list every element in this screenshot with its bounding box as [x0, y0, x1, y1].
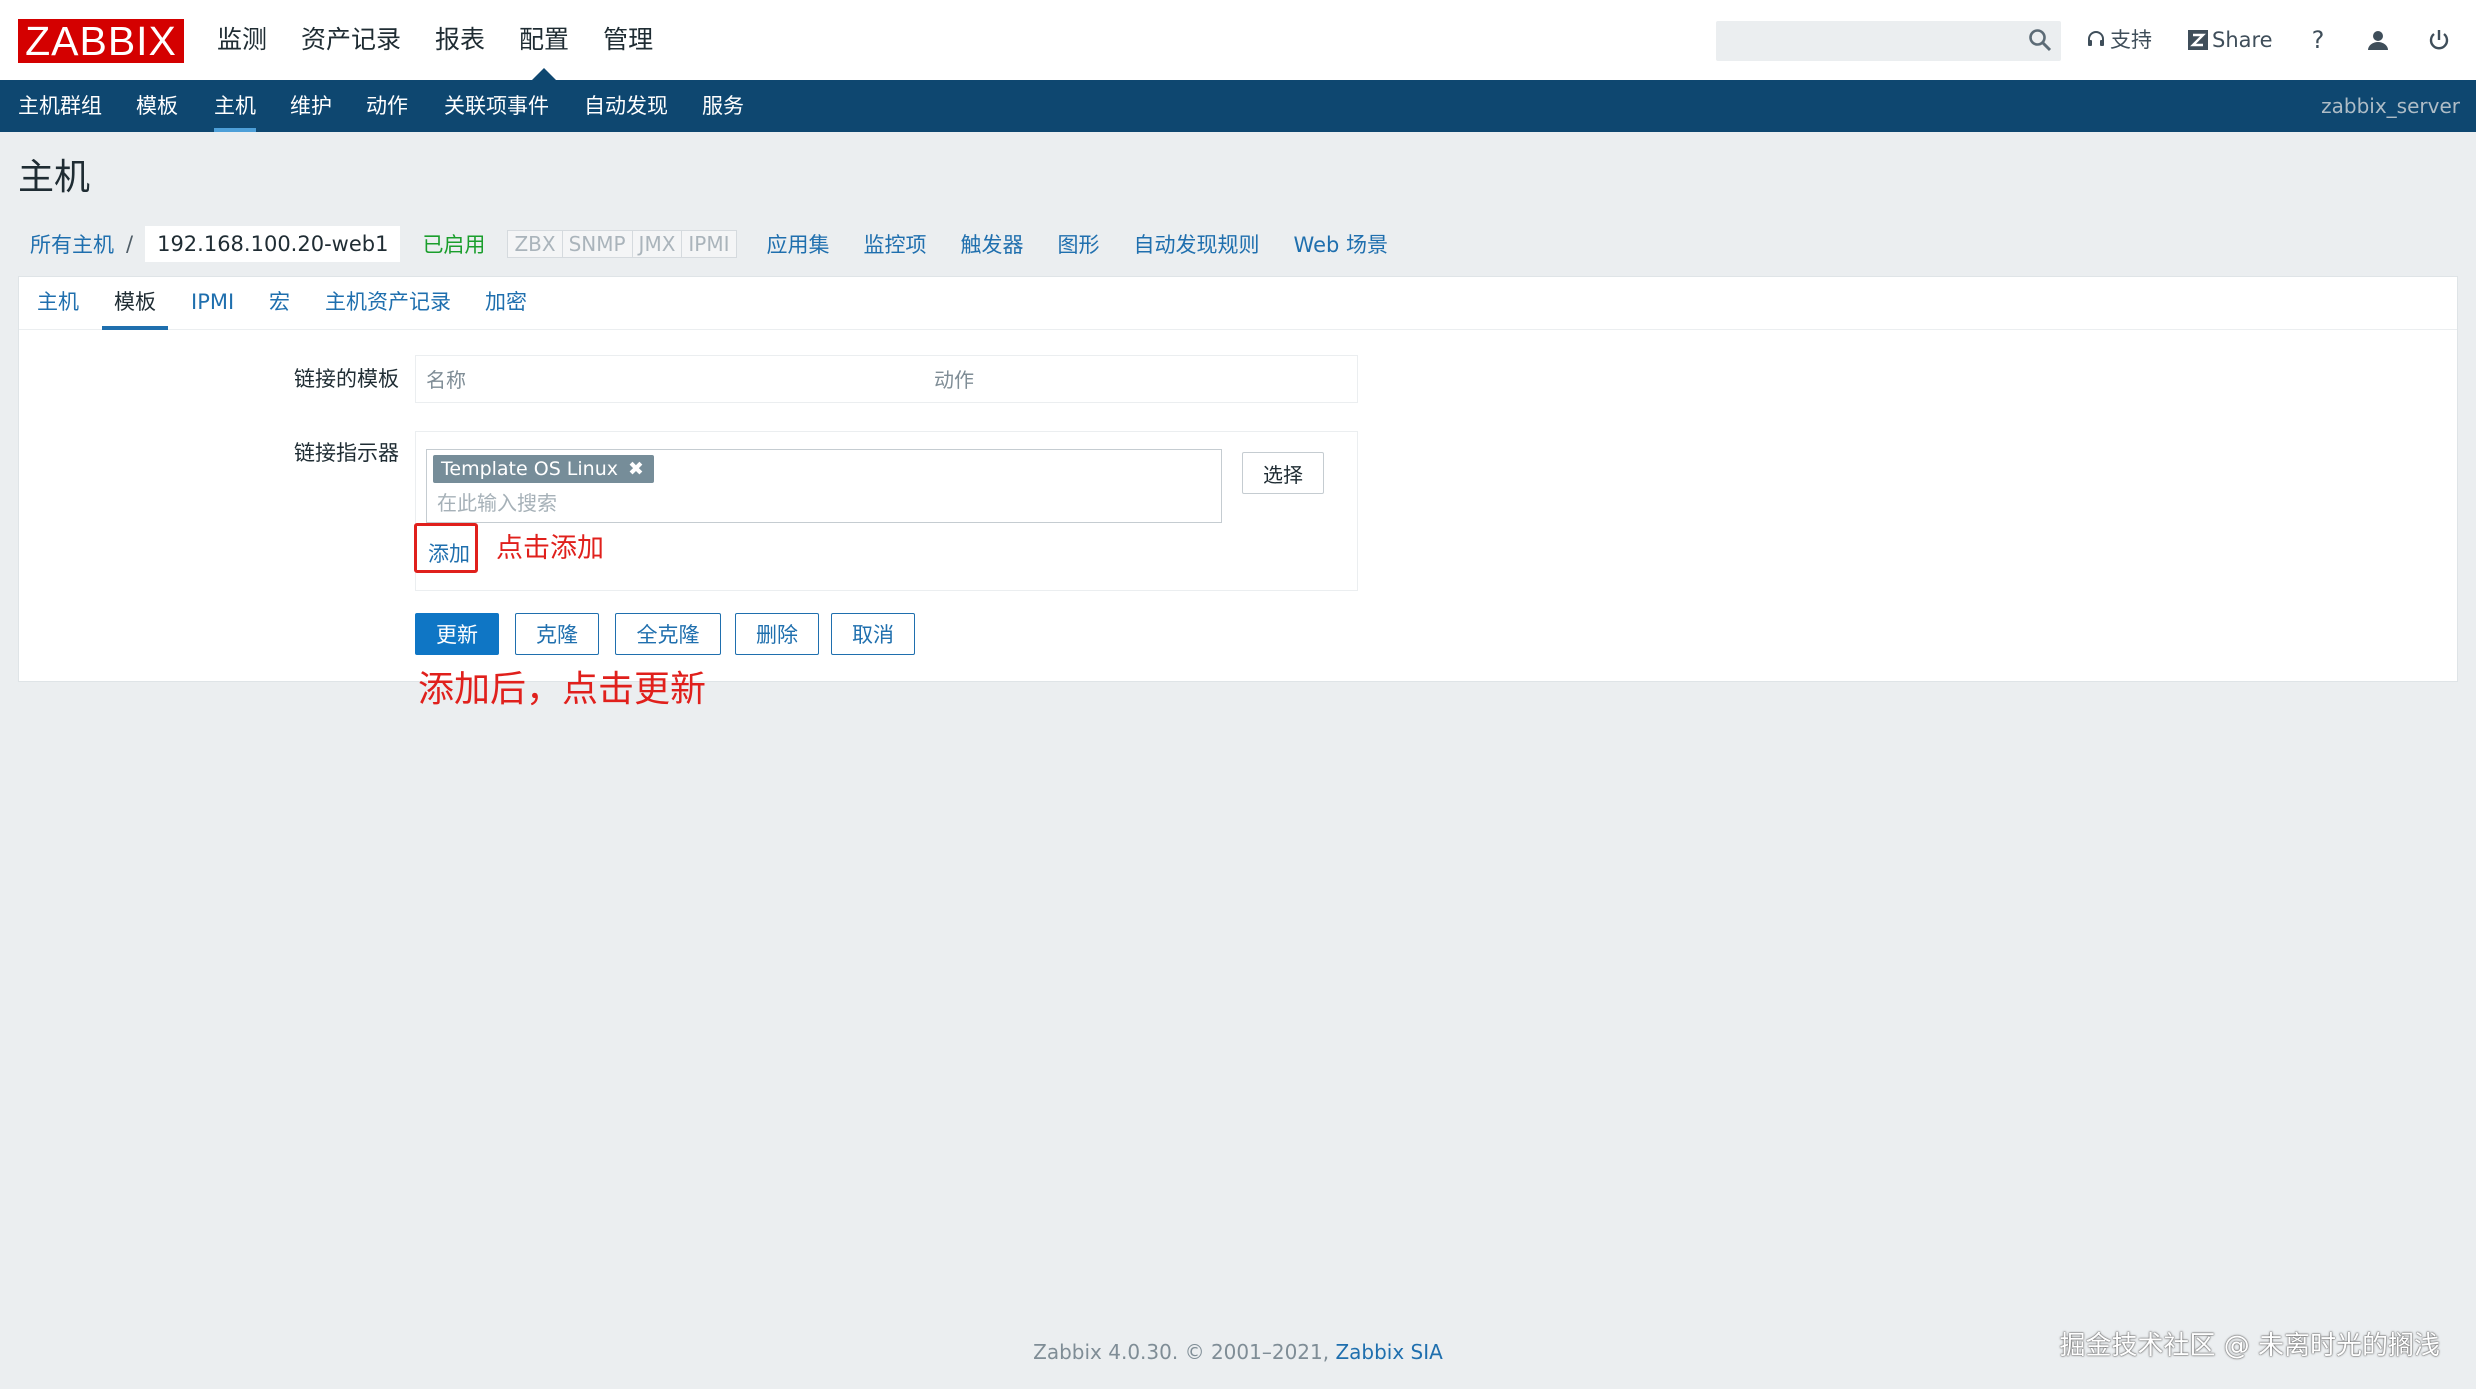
annotation-click-add: 点击添加	[496, 533, 604, 564]
sub-nav-host-groups[interactable]: 主机群组	[18, 80, 102, 132]
zabbix-logo[interactable]: ZABBIX	[18, 19, 184, 63]
availability-ipmi: IPMI	[681, 231, 735, 257]
sign-out-power-icon[interactable]	[2423, 24, 2455, 56]
tab-macros[interactable]: 宏	[269, 277, 290, 329]
footer-text: Zabbix 4.0.30. © 2001–2021,	[1033, 1340, 1336, 1364]
selected-template-label: Template OS Linux	[441, 458, 618, 480]
tab-templates[interactable]: 模板	[102, 277, 168, 330]
sub-nav-actions[interactable]: 动作	[366, 80, 408, 132]
cancel-button[interactable]: 取消	[831, 613, 915, 655]
availability-zbx: ZBX	[514, 232, 556, 256]
support-link[interactable]: 支持	[2086, 24, 2152, 56]
breadcrumb-separator: /	[126, 232, 134, 256]
template-search-input[interactable]	[435, 488, 1199, 518]
tab-host[interactable]: 主机	[37, 277, 79, 329]
select-button[interactable]: 选择	[1242, 452, 1324, 494]
sub-nav-maintenance[interactable]: 维护	[290, 80, 332, 132]
user-profile-icon[interactable]	[2362, 24, 2394, 56]
sub-nav-event-correlation[interactable]: 关联项事件	[444, 80, 549, 132]
link-discovery-rules[interactable]: 自动发现规则	[1134, 229, 1260, 259]
tab-ipmi[interactable]: IPMI	[191, 277, 234, 329]
share-link[interactable]: Share	[2188, 24, 2273, 56]
help-icon[interactable]: ?	[2302, 24, 2334, 56]
linked-templates-table: 名称 动作	[415, 355, 1358, 403]
server-name: zabbix_server	[2321, 94, 2460, 118]
global-search-input[interactable]	[1716, 21, 2061, 61]
delete-button[interactable]: 删除	[735, 613, 819, 655]
update-button[interactable]: 更新	[415, 613, 499, 655]
share-label: Share	[2212, 28, 2273, 52]
host-form-panel: 主机 模板 IPMI 宏 主机资产记录 加密 链接的模板 名称 动作 链接指示器…	[18, 276, 2458, 682]
host-status-enabled[interactable]: 已启用	[422, 229, 485, 259]
link-new-templates-box: Template OS Linux ✖ 选择 添加 点击添加	[414, 431, 1358, 591]
link-new-templates-label: 链接指示器	[294, 441, 399, 465]
page-title: 主机	[18, 157, 91, 198]
link-triggers[interactable]: 触发器	[961, 229, 1024, 259]
main-nav-administration[interactable]: 管理	[586, 0, 670, 80]
link-items[interactable]: 监控项	[864, 229, 927, 259]
main-nav-inventory[interactable]: 资产记录	[284, 0, 418, 80]
sub-nav-discovery[interactable]: 自动发现	[584, 80, 668, 132]
sub-nav-services[interactable]: 服务	[702, 80, 744, 132]
availability-snmp: SNMP	[561, 231, 632, 257]
remove-x-icon[interactable]: ✖	[624, 455, 648, 483]
selected-template-chip: Template OS Linux ✖	[433, 455, 654, 483]
share-z-icon	[2188, 30, 2208, 50]
linked-templates-label: 链接的模板	[294, 367, 399, 391]
headset-icon	[2088, 31, 2104, 46]
breadcrumb-all-hosts[interactable]: 所有主机	[18, 229, 126, 259]
search-icon[interactable]	[2027, 27, 2053, 53]
link-web-scenarios[interactable]: Web 场景	[1294, 229, 1388, 259]
link-applications[interactable]: 应用集	[767, 229, 830, 259]
column-header-action: 动作	[934, 368, 974, 392]
tab-inventory[interactable]: 主机资产记录	[325, 277, 451, 329]
top-header: ZABBIX 监测 资产记录 报表 配置 管理 支持 Share ?	[0, 0, 2476, 80]
main-nav: 监测 资产记录 报表 配置 管理	[200, 0, 670, 80]
breadcrumb-current-host[interactable]: 192.168.100.20-web1	[145, 226, 401, 262]
annotation-after-add: 添加后，点击更新	[418, 669, 707, 710]
main-nav-configuration[interactable]: 配置	[502, 0, 586, 80]
sub-nav-templates[interactable]: 模板	[136, 80, 178, 132]
availability-jmx: JMX	[631, 231, 682, 257]
template-multiselect[interactable]: Template OS Linux ✖	[426, 449, 1222, 523]
sub-nav: 主机群组 模板 主机 维护 动作 关联项事件 自动发现 服务 zabbix_se…	[0, 80, 2476, 132]
availability-indicators: ZBX SNMP JMX IPMI	[507, 230, 737, 258]
main-nav-reports[interactable]: 报表	[418, 0, 502, 80]
clone-button[interactable]: 克隆	[515, 613, 599, 655]
full-clone-button[interactable]: 全克隆	[615, 613, 721, 655]
column-header-name: 名称	[426, 368, 466, 392]
main-nav-monitoring[interactable]: 监测	[200, 0, 284, 80]
link-graphs[interactable]: 图形	[1058, 229, 1100, 259]
watermark: 掘金技术社区 @ 未离时光的搁浅	[2059, 1331, 2440, 1361]
tab-encryption[interactable]: 加密	[485, 277, 527, 329]
sub-nav-hosts[interactable]: 主机	[214, 80, 256, 132]
add-template-link[interactable]: 添加	[428, 538, 470, 568]
support-label: 支持	[2110, 28, 2152, 52]
host-breadcrumb: 所有主机 / 192.168.100.20-web1 已启用 ZBX SNMP …	[18, 226, 1388, 262]
footer-link[interactable]: Zabbix SIA	[1335, 1340, 1442, 1364]
host-form-tabs: 主机 模板 IPMI 宏 主机资产记录 加密	[19, 277, 2457, 330]
